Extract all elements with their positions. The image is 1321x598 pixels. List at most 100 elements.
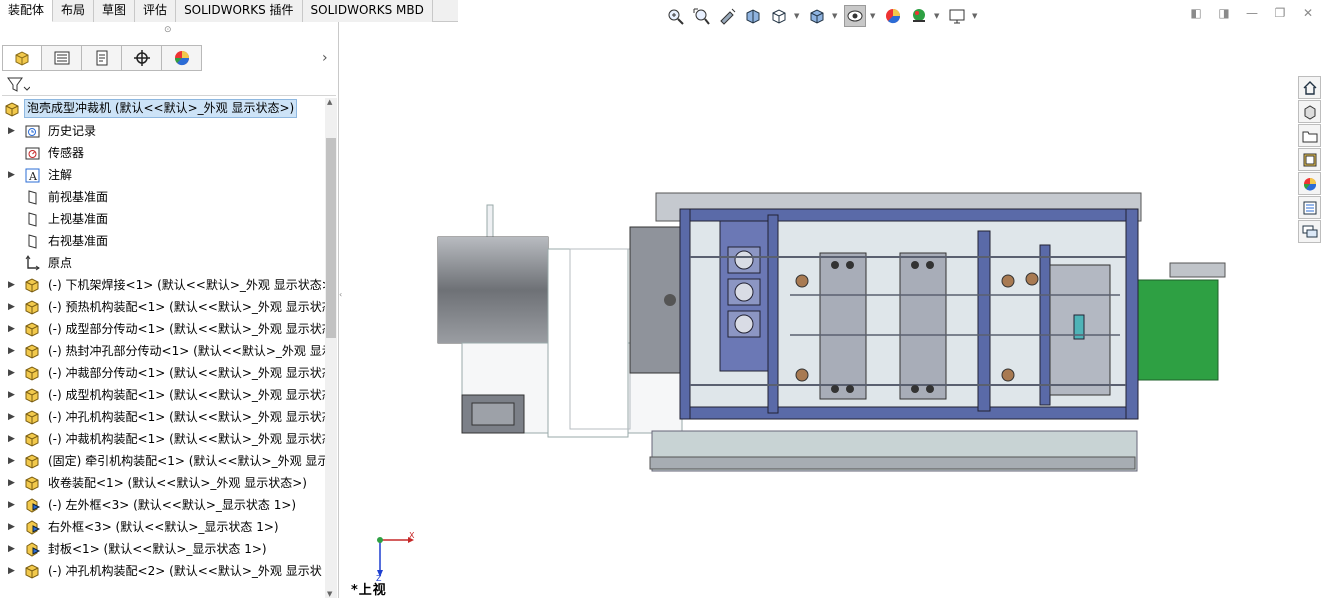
edit-appearance-icon[interactable] [882, 5, 904, 27]
featuremanager-icon [15, 51, 29, 66]
tree-item-label: 前视基准面 [48, 190, 109, 204]
tree-item[interactable]: 传感器 [0, 142, 325, 164]
assembly-icon [24, 343, 41, 360]
plane-icon [24, 233, 41, 250]
tile-left-icon[interactable]: ◧ [1188, 6, 1204, 20]
display-manager-tab[interactable] [162, 45, 202, 71]
featuremanager-tab[interactable] [2, 45, 42, 71]
tree-item[interactable]: ▶ (-) 冲裁部分传动<1> (默认<<默认>_外观 显示状态 [0, 362, 325, 384]
expand-arrow-icon[interactable]: ▶ [8, 433, 16, 445]
expand-arrow-icon[interactable]: ▶ [8, 125, 16, 137]
expand-arrow-icon[interactable]: ▶ [8, 455, 16, 467]
chevron-down-icon[interactable]: ▼ [934, 12, 942, 20]
scroll-down-icon[interactable]: ▼ [327, 590, 332, 598]
expand-arrow-icon[interactable]: ▶ [8, 323, 16, 335]
tree-item[interactable]: ▶ (-) 冲裁机构装配<1> (默认<<默认>_外观 显示状态 [0, 428, 325, 450]
design-library-icon[interactable] [1298, 100, 1321, 123]
tab-assembly[interactable]: 装配体 [0, 0, 54, 22]
tab-sketch[interactable]: 草图 [94, 0, 136, 22]
view-orientation-label: *上视 [351, 583, 387, 598]
scroll-up-icon[interactable]: ▲ [327, 98, 332, 106]
close-icon[interactable]: ✕ [1300, 6, 1316, 20]
assembly-icon [24, 277, 41, 294]
chevron-down-icon[interactable]: ▼ [794, 12, 802, 20]
propertymanager-tab[interactable] [42, 45, 82, 71]
display-style-icon[interactable] [806, 5, 828, 27]
tree-item[interactable]: 右视基准面 [0, 230, 325, 252]
filter-icon[interactable] [6, 76, 30, 94]
assembly-icon [24, 475, 41, 492]
expand-arrow-icon[interactable]: ▶ [8, 543, 16, 555]
tree-item[interactable]: ▶ 历史记录 [0, 120, 325, 142]
zoom-to-fit-icon[interactable] [664, 5, 686, 27]
tab-evaluate[interactable]: 评估 [135, 0, 177, 22]
tree-scrollbar[interactable]: ▲ ▼ [325, 98, 337, 598]
chevron-down-icon[interactable]: ▼ [870, 12, 878, 20]
tree-item[interactable]: ▶ (-) 成型部分传动<1> (默认<<默认>_外观 显示状态 [0, 318, 325, 340]
tree-item[interactable]: ▶ 收卷装配<1> (默认<<默认>_外观 显示状态>) [0, 472, 325, 494]
expand-arrow-icon[interactable]: ▶ [8, 345, 16, 357]
tree-item[interactable]: ▶ (-) 热封冲孔部分传动<1> (默认<<默认>_外观 显示 [0, 340, 325, 362]
annotation-icon: A [24, 167, 41, 184]
panel-grip-icon[interactable]: ⊙ [164, 26, 172, 35]
assembly-icon [24, 453, 41, 470]
hide-show-items-icon[interactable] [844, 5, 866, 27]
tree-item[interactable]: ▶ (-) 成型机构装配<1> (默认<<默认>_外观 显示状态 [0, 384, 325, 406]
assembly-icon [24, 321, 41, 338]
chevron-right-icon[interactable]: › [322, 50, 328, 66]
tree-item[interactable]: ▶ 封板<1> (默认<<默认>_显示状态 1>) [0, 538, 325, 560]
chevron-down-icon[interactable]: ▼ [832, 12, 840, 20]
expand-arrow-icon[interactable]: ▶ [8, 565, 16, 577]
tree-item-label: (-) 成型机构装配<1> (默认<<默认>_外观 显示状态 [48, 388, 325, 402]
tree-item[interactable]: ▶ (-) 下机架焊接<1> (默认<<默认>_外观 显示状态> [0, 274, 325, 296]
expand-arrow-icon[interactable]: ▶ [8, 301, 16, 313]
tab-addins[interactable]: SOLIDWORKS 插件 [176, 0, 303, 22]
minimize-icon[interactable]: — [1244, 6, 1260, 20]
panel-collapse-icon[interactable]: ‹ [339, 290, 347, 306]
expand-arrow-icon[interactable]: ▶ [8, 367, 16, 379]
dimxpert-tab[interactable] [122, 45, 162, 71]
tree-item[interactable]: ▶ (-) 冲孔机构装配<2> (默认<<默认>_外观 显示状 [0, 560, 325, 582]
custom-properties-icon[interactable] [1298, 196, 1321, 219]
tree-item[interactable]: ▶ (-) 左外框<3> (默认<<默认>_显示状态 1>) [0, 494, 325, 516]
expand-arrow-icon[interactable]: ▶ [8, 499, 16, 511]
apply-scene-icon[interactable] [908, 5, 930, 27]
scroll-thumb[interactable] [326, 138, 336, 338]
configurationmanager-tab[interactable] [82, 45, 122, 71]
view-settings-icon[interactable] [946, 5, 968, 27]
expand-arrow-icon[interactable]: ▶ [8, 477, 16, 489]
expand-arrow-icon[interactable]: ▶ [8, 279, 16, 291]
previous-view-icon[interactable] [716, 5, 738, 27]
tab-mbd[interactable]: SOLIDWORKS MBD [302, 0, 433, 22]
tree-item-label: (固定) 牵引机构装配<1> (默认<<默认>_外观 显示状 [48, 454, 325, 468]
tab-layout[interactable]: 布局 [53, 0, 95, 22]
tile-right-icon[interactable]: ◨ [1216, 6, 1232, 20]
expand-arrow-icon[interactable]: ▶ [8, 521, 16, 533]
restore-icon[interactable]: ❐ [1272, 6, 1288, 20]
tree-item-label: (-) 冲孔机构装配<2> (默认<<默认>_外观 显示状 [48, 564, 322, 578]
tree-item[interactable]: 原点 [0, 252, 325, 274]
section-view-icon[interactable] [742, 5, 764, 27]
view-palette-icon[interactable] [1298, 148, 1321, 171]
assembly-model-top-view[interactable] [430, 185, 1230, 475]
tree-item[interactable]: ▶ (固定) 牵引机构装配<1> (默认<<默认>_外观 显示状 [0, 450, 325, 472]
tree-item[interactable]: ▶ A 注解 [0, 164, 325, 186]
view-orientation-icon[interactable] [768, 5, 790, 27]
appearances-icon[interactable] [1298, 172, 1321, 195]
tree-item-label: 历史记录 [48, 124, 97, 138]
tree-item[interactable]: ▶ (-) 冲孔机构装配<1> (默认<<默认>_外观 显示状态 [0, 406, 325, 428]
tree-item[interactable]: ▶ (-) 预热机构装配<1> (默认<<默认>_外观 显示状态 [0, 296, 325, 318]
zoom-to-area-icon[interactable] [690, 5, 712, 27]
tree-item[interactable]: ▶ 右外框<3> (默认<<默认>_显示状态 1>) [0, 516, 325, 538]
tree-item-label: 收卷装配<1> (默认<<默认>_外观 显示状态>) [48, 476, 307, 490]
tree-root-assembly[interactable]: 泡壳成型冲裁机 (默认<<默认>_外观 显示状态>) [0, 98, 325, 120]
tree-item[interactable]: 上视基准面 [0, 208, 325, 230]
home-icon[interactable] [1298, 76, 1321, 99]
tree-item[interactable]: 前视基准面 [0, 186, 325, 208]
expand-arrow-icon[interactable]: ▶ [8, 169, 16, 181]
expand-arrow-icon[interactable]: ▶ [8, 389, 16, 401]
forum-icon[interactable] [1298, 220, 1321, 243]
file-explorer-icon[interactable] [1298, 124, 1321, 147]
expand-arrow-icon[interactable]: ▶ [8, 411, 16, 423]
chevron-down-icon[interactable]: ▼ [972, 12, 980, 20]
